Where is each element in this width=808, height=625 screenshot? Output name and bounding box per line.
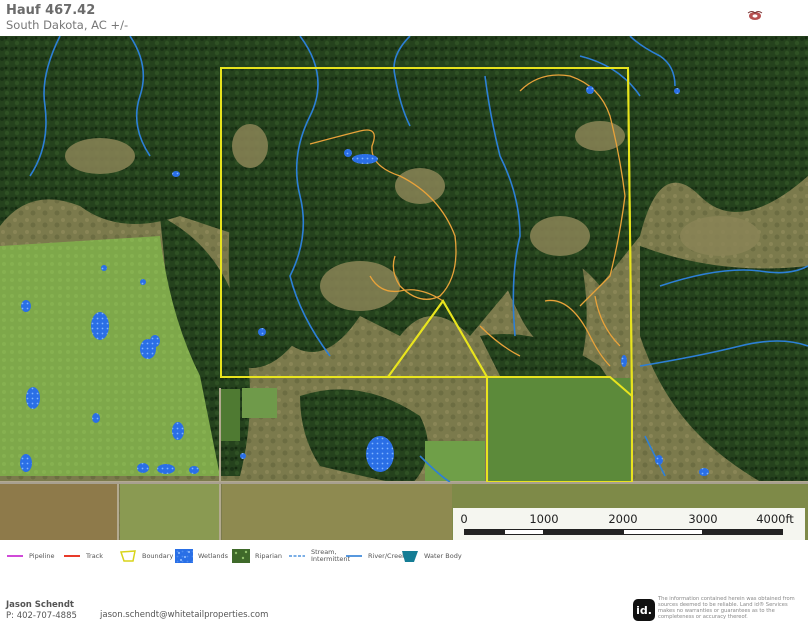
agent-email[interactable]: jason.schendt@whitetailproperties.com [100, 610, 268, 620]
river-line-icon [346, 555, 362, 557]
scale-seg-3 [544, 529, 623, 535]
legend-boundary: Boundary [119, 548, 173, 564]
scale-label-2000: 2000 [608, 512, 638, 526]
legend-label-boundary: Boundary [142, 551, 174, 560]
scale-seg-4 [623, 529, 703, 535]
scale-seg-1 [464, 529, 504, 535]
satellite-map[interactable] [0, 36, 808, 540]
agent-phone: P: 402-707-4885 [6, 611, 77, 621]
wetlands-pattern-icon [175, 549, 193, 563]
map-page: Hauf 467.42 South Dakota, AC +/- 0 1000 … [0, 0, 808, 625]
scale-label-3000: 3000 [688, 512, 718, 526]
map-canvas[interactable] [0, 36, 808, 540]
scale-seg-5 [703, 529, 783, 535]
scale-label-1000: 1000 [529, 512, 559, 526]
legend-label-wetlands: Wetlands [198, 551, 229, 560]
legend-label-stream: Stream, Intermittent [311, 548, 351, 563]
riparian-pattern-icon [232, 549, 250, 563]
whitetail-properties-logo-icon [747, 11, 763, 20]
legend-river-creek: River/Creek [345, 548, 406, 564]
scale-label-0: 0 [460, 512, 468, 526]
legend-label-water-body: Water Body [424, 551, 462, 560]
legend-water-body: Water Body [401, 548, 462, 564]
legend-label-riparian: Riparian [255, 551, 283, 560]
legend-track: Track [63, 548, 103, 564]
property-title: Hauf 467.42 [6, 3, 96, 18]
legend-label-pipeline: Pipeline [29, 551, 55, 560]
legend-wetlands: Wetlands [175, 548, 228, 564]
scale-bar: 0 1000 2000 3000 4000ft [453, 508, 805, 540]
legend-pipeline: Pipeline [6, 548, 54, 564]
scale-seg-2 [504, 529, 544, 535]
land-id-logo-icon: id. [633, 599, 655, 621]
water-body-icon [402, 551, 418, 562]
scale-label-4000: 4000ft [756, 512, 794, 526]
map-legend: Pipeline Track Boundary Wetlands Riparia… [0, 540, 808, 572]
agent-name: Jason Schendt [6, 600, 74, 610]
header: Hauf 467.42 South Dakota, AC +/- [0, 0, 808, 36]
boundary-polygon-icon [119, 550, 136, 562]
property-location: South Dakota, AC +/- [6, 18, 129, 32]
legend-stream-intermittent: Stream, Intermittent [288, 548, 351, 564]
road-edge [0, 482, 808, 484]
stream-intermittent-icon [289, 555, 305, 557]
disclaimer: The information contained herein was obt… [658, 596, 795, 620]
pipeline-line-icon [7, 555, 23, 557]
legend-label-track: Track [86, 551, 104, 560]
track-line-icon [64, 555, 80, 557]
footer: Jason Schendt P: 402-707-4885 jason.sche… [0, 572, 808, 625]
legend-riparian: Riparian [232, 548, 282, 564]
